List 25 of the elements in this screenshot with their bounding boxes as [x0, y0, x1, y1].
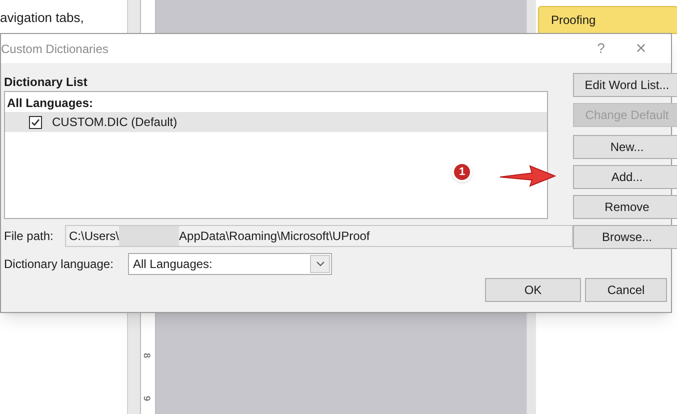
dialog-button[interactable]: OK	[485, 278, 581, 302]
pane-text: avigation tabs,	[0, 9, 84, 27]
group-header: All Languages:	[6, 95, 94, 112]
field-label: File path:	[4, 228, 54, 245]
checkbox[interactable]	[29, 116, 42, 128]
redaction-block	[119, 226, 180, 246]
ruler-number: 8	[142, 353, 151, 358]
dropdown-value: All Languages:	[133, 256, 214, 273]
dialog-button[interactable]: Cancel	[585, 278, 667, 302]
dialog-button[interactable]: Browse...	[573, 225, 677, 249]
chevron-down-icon	[316, 261, 324, 267]
language-dropdown[interactable]: All Languages:	[128, 253, 332, 275]
field-label: Dictionary language:	[4, 256, 114, 273]
list-row[interactable]: CUSTOM.DIC (Default)	[5, 112, 547, 132]
window-title: Custom Dictionaries	[1, 40, 110, 58]
section-label: Dictionary List	[4, 74, 88, 89]
ruler-number: 9	[142, 396, 151, 401]
dialog-button[interactable]: Edit Word List...	[573, 73, 677, 97]
dialog-button[interactable]: Remove	[573, 195, 677, 219]
dialog-button[interactable]: New...	[573, 135, 677, 159]
file-path-field[interactable]: C:\Users\ AppData\Roaming\Microsoft\UProof	[65, 225, 573, 247]
close-button[interactable]: ×	[621, 35, 661, 62]
proofing-tab[interactable]: Proofing	[538, 6, 677, 34]
arrow-icon	[498, 164, 556, 188]
dialog-button[interactable]: Add...	[573, 165, 677, 189]
